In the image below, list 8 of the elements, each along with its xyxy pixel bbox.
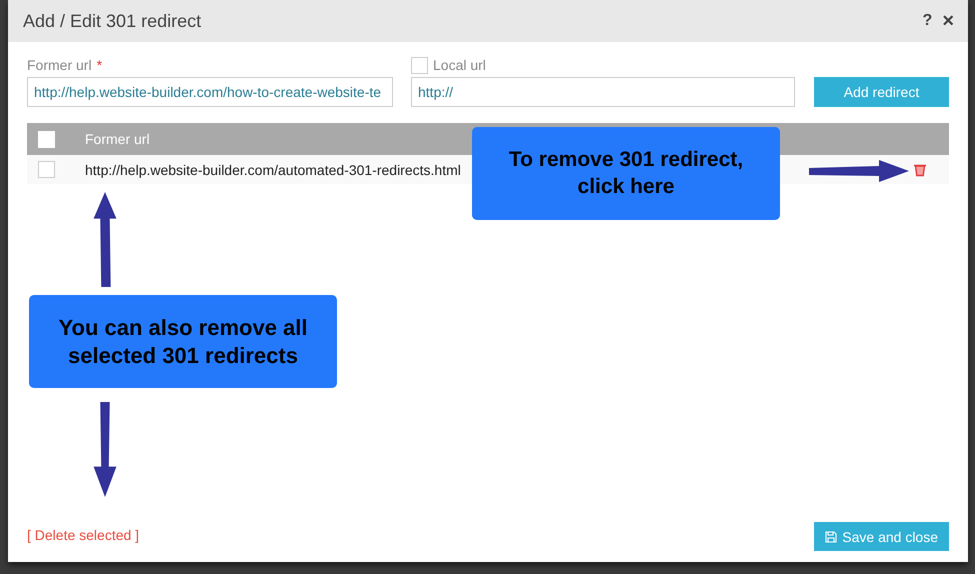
callout-text: To remove 301 redirect, click here xyxy=(508,147,744,200)
local-url-label: Local url xyxy=(433,57,486,73)
required-mark: * xyxy=(96,57,102,73)
column-header: Former url xyxy=(85,131,150,147)
former-url-label: Former url xyxy=(27,57,92,73)
dialog-title: Add / Edit 301 redirect xyxy=(23,10,202,32)
table-cell: http://help.website-builder.com/automated-301-redirects.html xyxy=(85,162,461,178)
callout-text: You can also remove all selected 301 redirects xyxy=(57,314,309,369)
